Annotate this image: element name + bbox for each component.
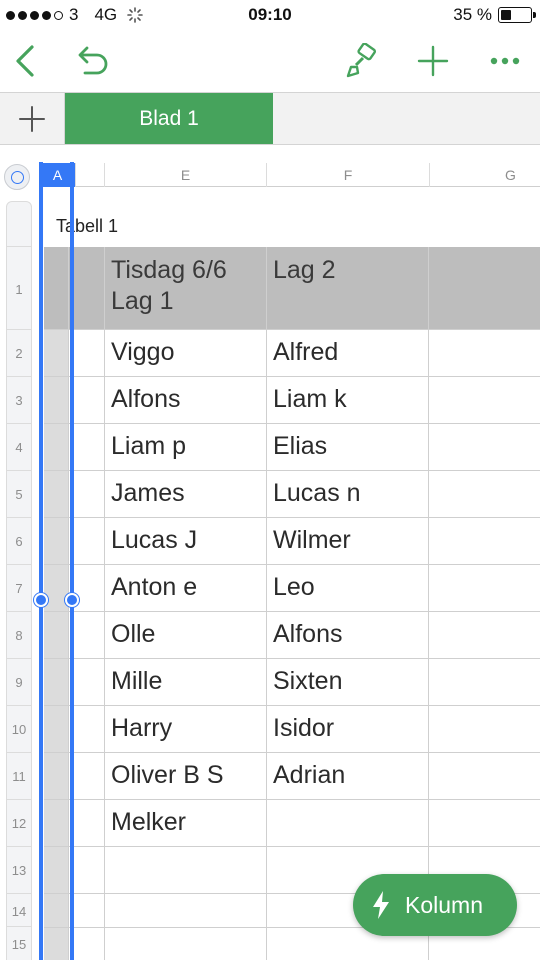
row-number[interactable]: 11 (7, 769, 31, 784)
toolbar (0, 30, 540, 92)
cell-e2[interactable]: Viggo (111, 337, 175, 368)
row-number[interactable]: 3 (7, 393, 31, 408)
cell-e8[interactable]: Olle (111, 619, 155, 650)
add-sheet-button[interactable] (0, 93, 65, 144)
cell-f6[interactable]: Wilmer (273, 525, 351, 556)
plus-icon (19, 105, 45, 132)
cell-e3[interactable]: Alfons (111, 384, 180, 415)
cell-e12[interactable]: Melker (111, 807, 186, 838)
column-selection-left-edge (39, 162, 43, 960)
row-number[interactable]: 2 (7, 346, 31, 361)
column-header-f[interactable]: F (266, 163, 429, 187)
battery-icon (498, 7, 536, 23)
cell-e5[interactable]: James (111, 478, 185, 509)
circle-icon (10, 170, 24, 184)
row-number[interactable]: 5 (7, 487, 31, 502)
row-number[interactable]: 14 (7, 904, 31, 919)
row-header-bar: 1 2 3 4 5 6 7 8 9 10 11 12 13 14 15 (6, 201, 32, 960)
row-number[interactable]: 9 (7, 675, 31, 690)
row-number[interactable]: 6 (7, 534, 31, 549)
table-select-button[interactable] (4, 164, 30, 190)
cell-f7[interactable]: Leo (273, 572, 315, 603)
back-button[interactable] (4, 40, 44, 82)
sheet-tab-bar: Blad 1 (0, 92, 540, 145)
format-button[interactable] (340, 40, 382, 82)
table-title[interactable]: Tabell 1 (56, 216, 118, 237)
cell-e7[interactable]: Anton e (111, 572, 197, 603)
cell-e10[interactable]: Harry (111, 713, 172, 744)
tab-blad-1[interactable]: Blad 1 (65, 93, 273, 144)
back-icon (16, 45, 34, 77)
status-bar: 3 4G 09:10 35 % (0, 0, 540, 30)
column-action-button[interactable]: Kolumn (353, 874, 517, 936)
row-number[interactable]: 12 (7, 816, 31, 831)
cell-e6[interactable]: Lucas J (111, 525, 197, 556)
more-button[interactable] (484, 40, 526, 82)
row-number[interactable]: 4 (7, 440, 31, 455)
row-number[interactable]: 1 (7, 282, 31, 297)
column-action-label: Kolumn (405, 891, 483, 918)
column-header-g[interactable]: G (429, 163, 540, 187)
paintbrush-icon (346, 43, 377, 78)
row-number[interactable]: 13 (7, 863, 31, 878)
add-icon (417, 45, 449, 77)
cell-e4[interactable]: Liam p (111, 431, 186, 462)
column-selection-right-edge (70, 162, 74, 960)
cell-f8[interactable]: Alfons (273, 619, 342, 650)
cell-f5[interactable]: Lucas n (273, 478, 361, 509)
status-right: 35 % (453, 5, 536, 25)
battery-percent: 35 % (453, 5, 492, 24)
cell-e11[interactable]: Oliver B S (111, 760, 224, 791)
row-number[interactable]: 8 (7, 628, 31, 643)
undo-icon (78, 46, 108, 75)
selection-handle-left[interactable] (34, 593, 48, 607)
cell-f9[interactable]: Sixten (273, 666, 342, 697)
spreadsheet-canvas[interactable]: A E F G 1 2 3 4 5 6 7 8 9 10 11 12 13 14 (0, 145, 540, 960)
bolt-icon (371, 890, 391, 920)
undo-button[interactable] (72, 42, 114, 80)
cell-e9[interactable]: Mille (111, 666, 162, 697)
row-number[interactable]: 10 (7, 722, 31, 737)
header-cell-e[interactable]: Tisdag 6/6 Lag 1 (111, 255, 227, 317)
cell-f4[interactable]: Elias (273, 431, 327, 462)
cell-f3[interactable]: Liam k (273, 384, 347, 415)
column-header-bar: A E F G (40, 163, 540, 187)
selection-handle-right[interactable] (65, 593, 79, 607)
table-body[interactable]: Tisdag 6/6 Lag 1 Lag 2 Viggo Alfred Alfo… (44, 247, 540, 960)
cell-f2[interactable]: Alfred (273, 337, 338, 368)
add-button[interactable] (412, 40, 454, 82)
row-number[interactable]: 15 (7, 937, 31, 952)
cell-f10[interactable]: Isidor (273, 713, 334, 744)
column-header-hidden[interactable] (75, 163, 104, 187)
cell-f11[interactable]: Adrian (273, 760, 345, 791)
more-icon (490, 57, 520, 65)
column-header-e[interactable]: E (104, 163, 266, 187)
header-cell-f[interactable]: Lag 2 (273, 255, 336, 286)
row-number[interactable]: 7 (7, 581, 31, 596)
